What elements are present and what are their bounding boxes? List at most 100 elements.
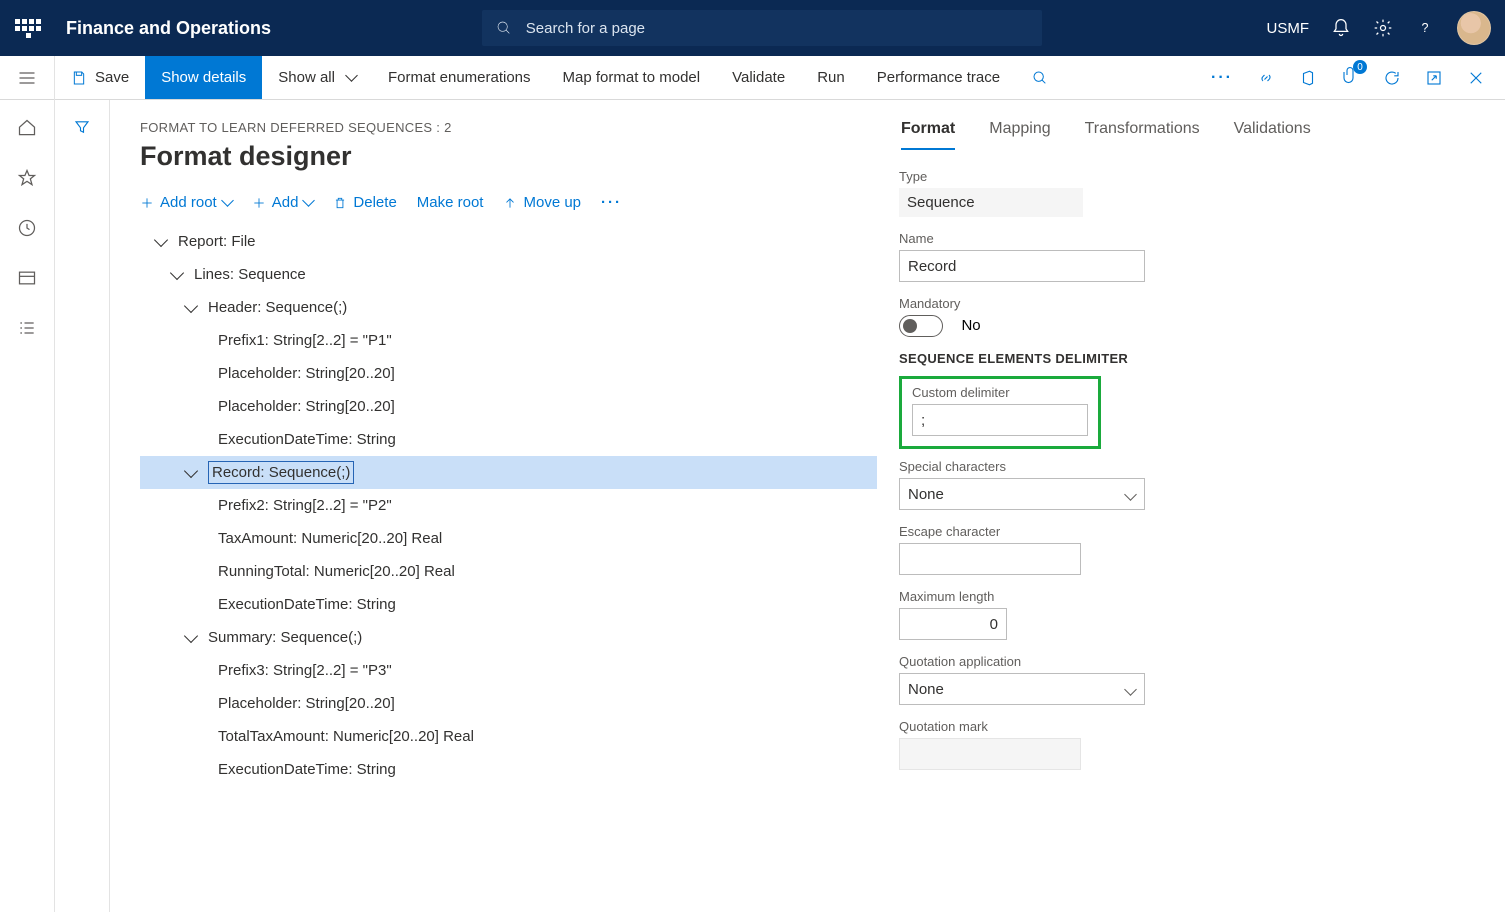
tree-node[interactable]: TotalTaxAmount: Numeric[20..20] Real xyxy=(140,720,877,753)
save-button[interactable]: Save xyxy=(55,56,145,99)
quotation-application-select[interactable] xyxy=(899,673,1145,705)
refresh-icon[interactable] xyxy=(1383,69,1401,87)
topbar: Finance and Operations Search for a page… xyxy=(0,0,1505,56)
make-root-button[interactable]: Make root xyxy=(417,194,484,211)
tree-node[interactable]: ExecutionDateTime: String xyxy=(140,753,877,786)
nav-rail xyxy=(0,56,55,912)
mandatory-toggle[interactable] xyxy=(899,315,943,337)
tree-toolbar: Add root Add Delete Make root Move up ··… xyxy=(140,194,877,211)
plus-icon xyxy=(252,196,266,210)
quotation-mark-input[interactable] xyxy=(899,738,1081,770)
hamburger-icon[interactable] xyxy=(17,68,37,88)
tree-node[interactable]: Report: File xyxy=(140,225,877,258)
tree-node[interactable]: Header: Sequence(;) xyxy=(140,291,877,324)
expand-icon[interactable] xyxy=(184,463,198,477)
search-icon xyxy=(1032,70,1048,86)
property-tabs: Format Mapping Transformations Validatio… xyxy=(895,120,1505,151)
performance-trace-button[interactable]: Performance trace xyxy=(861,56,1016,99)
expand-icon[interactable] xyxy=(170,265,184,279)
search-placeholder: Search for a page xyxy=(526,20,645,37)
svg-text:?: ? xyxy=(1422,21,1429,35)
tree-node[interactable]: ExecutionDateTime: String xyxy=(140,423,877,456)
add-root-button[interactable]: Add root xyxy=(140,194,232,211)
arrow-up-icon xyxy=(503,196,517,210)
tree-pane: FORMAT TO LEARN DEFERRED SEQUENCES : 2 F… xyxy=(110,100,895,912)
star-icon[interactable] xyxy=(17,168,37,188)
save-icon xyxy=(71,70,87,86)
max-length-input[interactable] xyxy=(899,608,1007,640)
tree-node[interactable]: Placeholder: String[20..20] xyxy=(140,687,877,720)
tree-overflow-menu[interactable]: ··· xyxy=(601,194,622,211)
custom-delimiter-input[interactable] xyxy=(912,404,1088,436)
tree-node[interactable]: ExecutionDateTime: String xyxy=(140,588,877,621)
validate-button[interactable]: Validate xyxy=(716,56,801,99)
mandatory-value: No xyxy=(961,317,980,334)
tab-validations[interactable]: Validations xyxy=(1234,120,1311,150)
special-characters-label: Special characters xyxy=(899,459,1481,474)
tree-node[interactable]: RunningTotal: Numeric[20..20] Real xyxy=(140,555,877,588)
workspace-icon[interactable] xyxy=(17,268,37,288)
show-details-button[interactable]: Show details xyxy=(145,56,262,99)
tree-node[interactable]: Lines: Sequence xyxy=(140,258,877,291)
popout-icon[interactable] xyxy=(1425,69,1443,87)
modules-icon[interactable] xyxy=(17,318,37,338)
map-format-to-model-button[interactable]: Map format to model xyxy=(547,56,717,99)
gear-icon[interactable] xyxy=(1373,18,1393,38)
close-icon[interactable] xyxy=(1467,69,1485,87)
custom-delimiter-highlight: Custom delimiter xyxy=(899,376,1101,449)
filter-icon[interactable] xyxy=(73,118,91,136)
add-button[interactable]: Add xyxy=(252,194,314,211)
link-icon[interactable] xyxy=(1257,69,1275,87)
tree-node[interactable]: Placeholder: String[20..20] xyxy=(140,357,877,390)
escape-character-input[interactable] xyxy=(899,543,1081,575)
user-avatar[interactable] xyxy=(1457,11,1491,45)
company-picker[interactable]: USMF xyxy=(1267,20,1310,37)
breadcrumb: FORMAT TO LEARN DEFERRED SEQUENCES : 2 xyxy=(140,120,877,135)
global-search[interactable]: Search for a page xyxy=(482,10,1042,46)
trash-icon xyxy=(333,196,347,210)
home-icon[interactable] xyxy=(17,118,37,138)
name-input[interactable] xyxy=(899,250,1145,282)
tree-node[interactable]: TaxAmount: Numeric[20..20] Real xyxy=(140,522,877,555)
tree-node[interactable]: Placeholder: String[20..20] xyxy=(140,390,877,423)
tree-node[interactable]: Prefix2: String[2..2] = "P2" xyxy=(140,489,877,522)
type-value: Sequence xyxy=(899,188,1083,217)
tree-node-selected[interactable]: Record: Sequence(;) xyxy=(140,456,877,489)
tab-mapping[interactable]: Mapping xyxy=(989,120,1050,150)
search-command[interactable] xyxy=(1016,56,1064,99)
help-icon[interactable]: ? xyxy=(1415,18,1435,38)
escape-character-label: Escape character xyxy=(899,524,1481,539)
filter-strip xyxy=(55,100,110,912)
search-icon xyxy=(496,20,512,36)
bell-icon[interactable] xyxy=(1331,18,1351,38)
tree-node[interactable]: Prefix3: String[2..2] = "P3" xyxy=(140,654,877,687)
overflow-menu[interactable]: ··· xyxy=(1211,69,1233,87)
attachments-icon[interactable] xyxy=(1341,66,1359,89)
expand-icon[interactable] xyxy=(184,628,198,642)
move-up-button[interactable]: Move up xyxy=(503,194,581,211)
name-label: Name xyxy=(899,231,1481,246)
quotation-mark-label: Quotation mark xyxy=(899,719,1481,734)
expand-icon[interactable] xyxy=(184,298,198,312)
plus-icon xyxy=(140,196,154,210)
command-bar: Save Show details Show all Format enumer… xyxy=(0,56,1505,100)
quotation-application-label: Quotation application xyxy=(899,654,1481,669)
run-button[interactable]: Run xyxy=(801,56,861,99)
tab-format[interactable]: Format xyxy=(901,120,955,150)
tree-node[interactable]: Summary: Sequence(;) xyxy=(140,621,877,654)
delete-button[interactable]: Delete xyxy=(333,194,396,211)
special-characters-select[interactable] xyxy=(899,478,1145,510)
page-title: Format designer xyxy=(140,141,877,172)
app-title: Finance and Operations xyxy=(66,18,271,39)
format-enumerations-button[interactable]: Format enumerations xyxy=(372,56,547,99)
clock-icon[interactable] xyxy=(17,218,37,238)
delimiter-section-header: SEQUENCE ELEMENTS DELIMITER xyxy=(899,351,1481,366)
tab-transformations[interactable]: Transformations xyxy=(1085,120,1200,150)
show-all-button[interactable]: Show all xyxy=(262,56,372,99)
properties-pane: ······ Format Mapping Transformations Va… xyxy=(895,100,1505,912)
custom-delimiter-label: Custom delimiter xyxy=(912,385,1088,400)
tree-node[interactable]: Prefix1: String[2..2] = "P1" xyxy=(140,324,877,357)
expand-icon[interactable] xyxy=(154,232,168,246)
office-icon[interactable] xyxy=(1299,69,1317,87)
app-launcher-icon[interactable] xyxy=(14,14,42,42)
